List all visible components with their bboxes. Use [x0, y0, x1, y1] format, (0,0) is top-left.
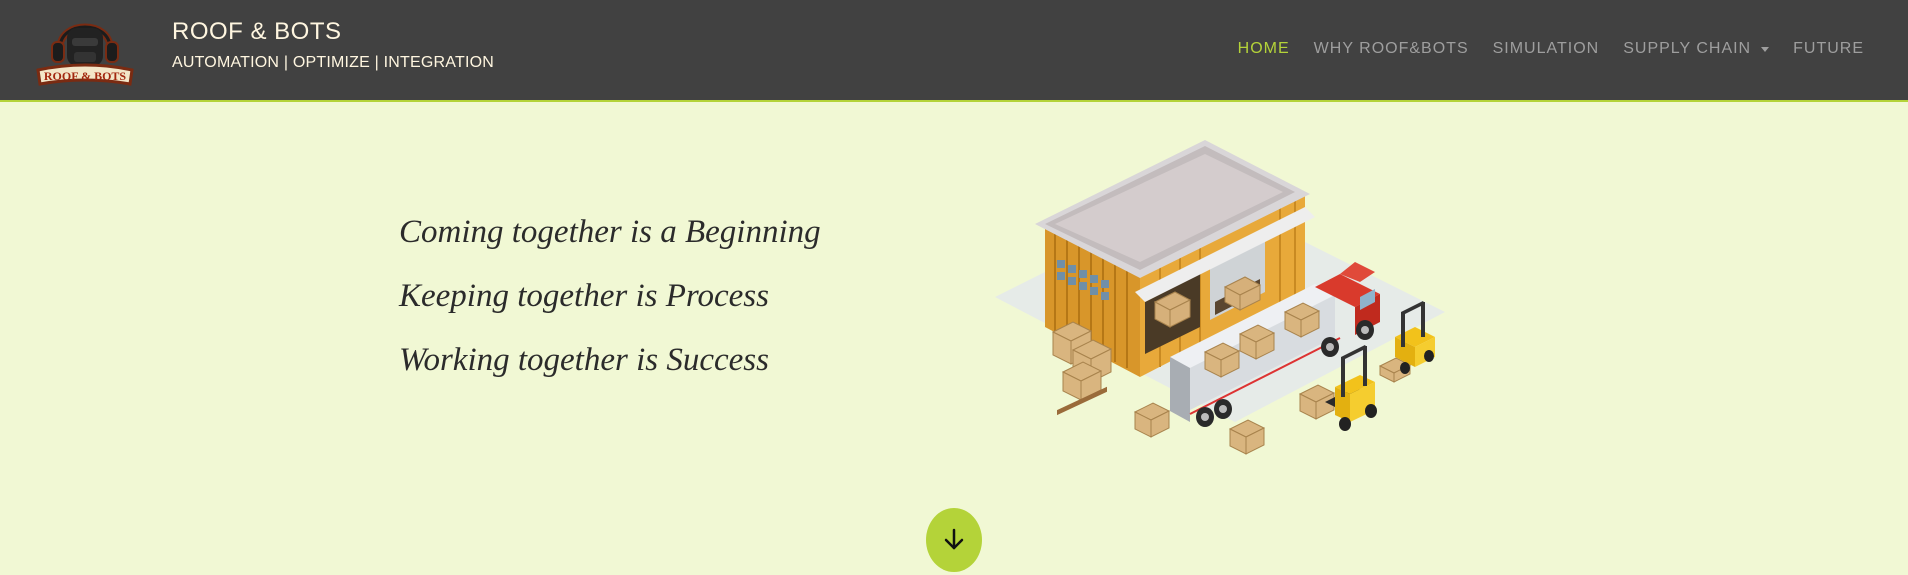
hero-quote-line-1: Coming together is a Beginning	[399, 214, 821, 250]
robot-logo-icon: ROOF & BOTS	[36, 23, 134, 86]
nav-future-label: FUTURE	[1793, 40, 1864, 57]
nav-why-roofbots[interactable]: WHY ROOF&BOTS	[1302, 40, 1481, 58]
hero-quote-line-2: Keeping together is Process	[399, 278, 769, 314]
nav-home-label: HOME	[1237, 40, 1290, 57]
nav-why-label: WHY ROOF&BOTS	[1313, 40, 1469, 57]
scroll-down-button[interactable]	[926, 508, 982, 572]
nav-home[interactable]: HOME	[1226, 40, 1302, 58]
caret-down-icon	[1761, 46, 1770, 52]
nav-future[interactable]: FUTURE	[1781, 40, 1876, 58]
arrow-down-icon	[944, 528, 964, 550]
logo-text: ROOF & BOTS	[44, 69, 127, 83]
nav-supply-chain-dropdown[interactable]: SUPPLY CHAIN	[1611, 40, 1781, 58]
nav-supply-chain-label: SUPPLY CHAIN	[1623, 40, 1752, 57]
main-nav: HOME WHY ROOF&BOTS SIMULATION SUPPLY CHA…	[1226, 40, 1876, 58]
brand-logo[interactable]: ROOF & BOTS	[34, 10, 136, 90]
nav-simulation[interactable]: SIMULATION	[1481, 40, 1612, 58]
hero-quote-line-3: Working together is Success	[399, 342, 769, 378]
nav-simulation-label: SIMULATION	[1492, 40, 1600, 57]
warehouse-illustration	[995, 132, 1455, 467]
brand-title[interactable]: ROOF & BOTS	[172, 18, 342, 46]
brand-tagline: AUTOMATION | OPTIMIZE | INTEGRATION	[172, 54, 494, 71]
top-navbar: ROOF & BOTS ROOF & BOTS AUTOMATION | OPT…	[0, 0, 1908, 102]
